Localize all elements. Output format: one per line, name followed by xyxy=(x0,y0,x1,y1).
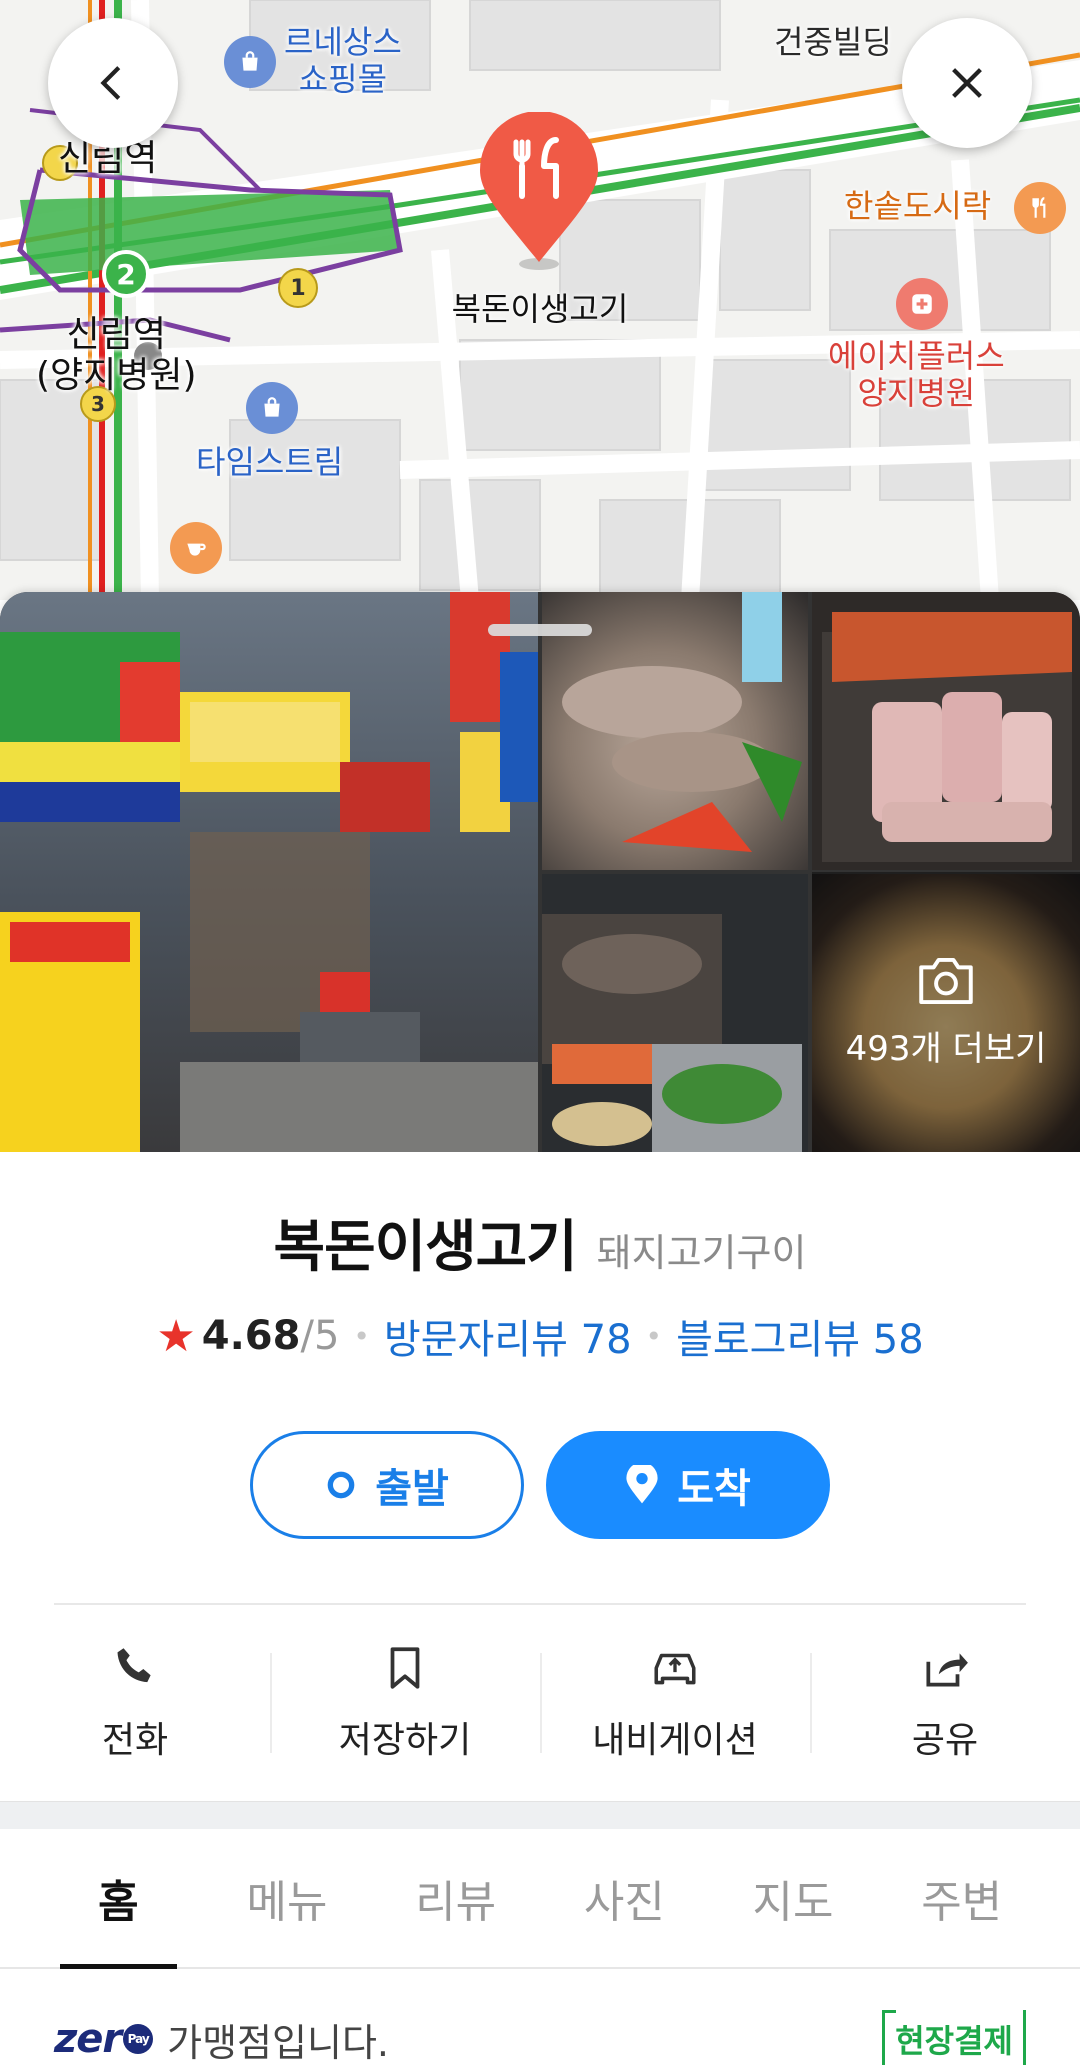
grill-table-illustration xyxy=(542,914,802,1152)
tab-home[interactable]: 홈 xyxy=(34,1829,203,1969)
map-label-timestream: 타임스트림 xyxy=(196,443,344,481)
rating-score: 4.68 xyxy=(201,1313,301,1359)
start-button[interactable]: 출발 xyxy=(250,1431,524,1539)
shopping-bag-icon xyxy=(246,382,298,434)
zero-logo-text: zer xyxy=(54,2016,122,2062)
visitor-reviews-link[interactable]: 방문자리뷰 78 xyxy=(384,1307,632,1365)
navigation-action[interactable]: 내비게이션 xyxy=(540,1643,810,1763)
blog-reviews-link[interactable]: 블로그리뷰 58 xyxy=(676,1307,924,1365)
restaurant-pin-icon[interactable] xyxy=(478,112,600,272)
shopping-bag-icon xyxy=(224,36,276,88)
navigation-car-icon xyxy=(654,1653,696,1685)
arrive-label: 도착 xyxy=(677,1466,751,1512)
tab-map[interactable]: 지도 xyxy=(709,1829,878,1967)
photo-grid[interactable]: 493개 더보기 xyxy=(0,592,1080,1152)
section-gap xyxy=(0,1801,1080,1829)
more-photos-label: 493개 더보기 xyxy=(845,1028,1047,1069)
origin-dot-icon xyxy=(327,1471,355,1499)
zero-pay-mark: Pay xyxy=(123,2024,154,2054)
route-buttons: 출발 도착 xyxy=(0,1431,1080,1539)
call-label: 전화 xyxy=(101,1720,169,1761)
action-row: 전화 저장하기 내비게이션 공유 xyxy=(0,1605,1080,1801)
screen: 2 1 3 르네상스 쇼핑몰 건중빌딩 신림역 신림역 (양지병원) 한솥도시락 xyxy=(0,0,1080,2065)
tab-nearby[interactable]: 주변 xyxy=(877,1829,1046,1967)
camera-icon xyxy=(919,957,973,1004)
tab-photo[interactable]: 사진 xyxy=(540,1829,709,1967)
share-icon xyxy=(926,1653,968,1687)
map-view[interactable]: 2 1 3 르네상스 쇼핑몰 건중빌딩 신림역 신림역 (양지병원) 한솥도시락 xyxy=(0,0,1080,600)
zero-pay-row: zer Pay 가맹점입니다. 현장결제 xyxy=(0,1969,1080,2065)
close-button[interactable] xyxy=(902,18,1032,148)
photo-food-3[interactable] xyxy=(542,874,808,1152)
grill-pork-illustration xyxy=(822,612,1072,862)
storefront-illustration xyxy=(0,592,538,1152)
map-label-geonjung: 건중빌딩 xyxy=(774,23,892,61)
detail-tabs: 홈 메뉴 리뷰 사진 지도 주변 xyxy=(0,1829,1080,1969)
map-label-h-plus: 에이치플러스 양지병원 xyxy=(828,337,1005,412)
photo-food-2[interactable] xyxy=(812,592,1080,870)
place-title-row: 복돈이생고기 돼지고기구이 xyxy=(0,1202,1080,1283)
rating-scale: /5 xyxy=(300,1313,340,1359)
place-name: 복돈이생고기 xyxy=(273,1215,578,1280)
save-action[interactable]: 저장하기 xyxy=(270,1643,540,1763)
separator-dot: • xyxy=(353,1319,370,1353)
map-label-hansot: 한솥도시락 xyxy=(844,187,992,225)
onsite-payment-badge: 현장결제 xyxy=(882,2010,1026,2065)
back-button[interactable] xyxy=(48,18,178,148)
call-action[interactable]: 전화 xyxy=(0,1643,270,1763)
zero-pay-text: 가맹점입니다. xyxy=(167,2020,389,2065)
share-label: 공유 xyxy=(911,1720,979,1761)
place-info: 복돈이생고기 돼지고기구이 ★ 4.68 /5 • 방문자리뷰 78 • 블로그… xyxy=(0,1202,1080,1539)
place-sheet[interactable]: 493개 더보기 복돈이생고기 돼지고기구이 ★ 4.68 /5 • 방문자리뷰… xyxy=(0,592,1080,2065)
photo-storefront[interactable] xyxy=(0,592,538,1152)
star-icon: ★ xyxy=(156,1310,196,1362)
tab-menu[interactable]: 메뉴 xyxy=(203,1829,372,1967)
phone-icon xyxy=(117,1648,151,1683)
location-pin-icon xyxy=(626,1465,658,1504)
close-icon xyxy=(952,68,982,98)
tab-review[interactable]: 리뷰 xyxy=(371,1829,540,1967)
zero-pay-logo: zer Pay xyxy=(54,2016,154,2062)
navigation-label: 내비게이션 xyxy=(592,1720,758,1761)
bookmark-icon xyxy=(390,1647,420,1689)
separator-dot: • xyxy=(645,1319,663,1353)
place-category: 돼지고기구이 xyxy=(596,1231,807,1275)
restaurant-icon xyxy=(1014,182,1066,234)
start-label: 출발 xyxy=(375,1466,449,1512)
arrive-button[interactable]: 도착 xyxy=(546,1431,830,1539)
cafe-icon xyxy=(170,522,222,574)
sheet-drag-handle[interactable] xyxy=(488,624,592,636)
exit-1-badge: 1 xyxy=(278,268,318,308)
map-label-renaissance: 르네상스 쇼핑몰 xyxy=(284,24,402,98)
line2-badge: 2 xyxy=(102,250,150,298)
more-photos-button[interactable]: 493개 더보기 xyxy=(812,872,1080,1152)
hospital-icon xyxy=(896,278,948,330)
map-label-sillim-station-yangji: 신림역 (양지병원) xyxy=(36,314,197,397)
pin-place-label: 복돈이생고기 xyxy=(451,290,629,328)
rating-row: ★ 4.68 /5 • 방문자리뷰 78 • 블로그리뷰 58 xyxy=(0,1307,1080,1365)
share-action[interactable]: 공유 xyxy=(810,1643,1080,1763)
save-label: 저장하기 xyxy=(338,1720,472,1761)
chevron-left-icon xyxy=(100,66,121,100)
map-label-renaissance-text: 르네상스 쇼핑몰 xyxy=(284,23,402,98)
